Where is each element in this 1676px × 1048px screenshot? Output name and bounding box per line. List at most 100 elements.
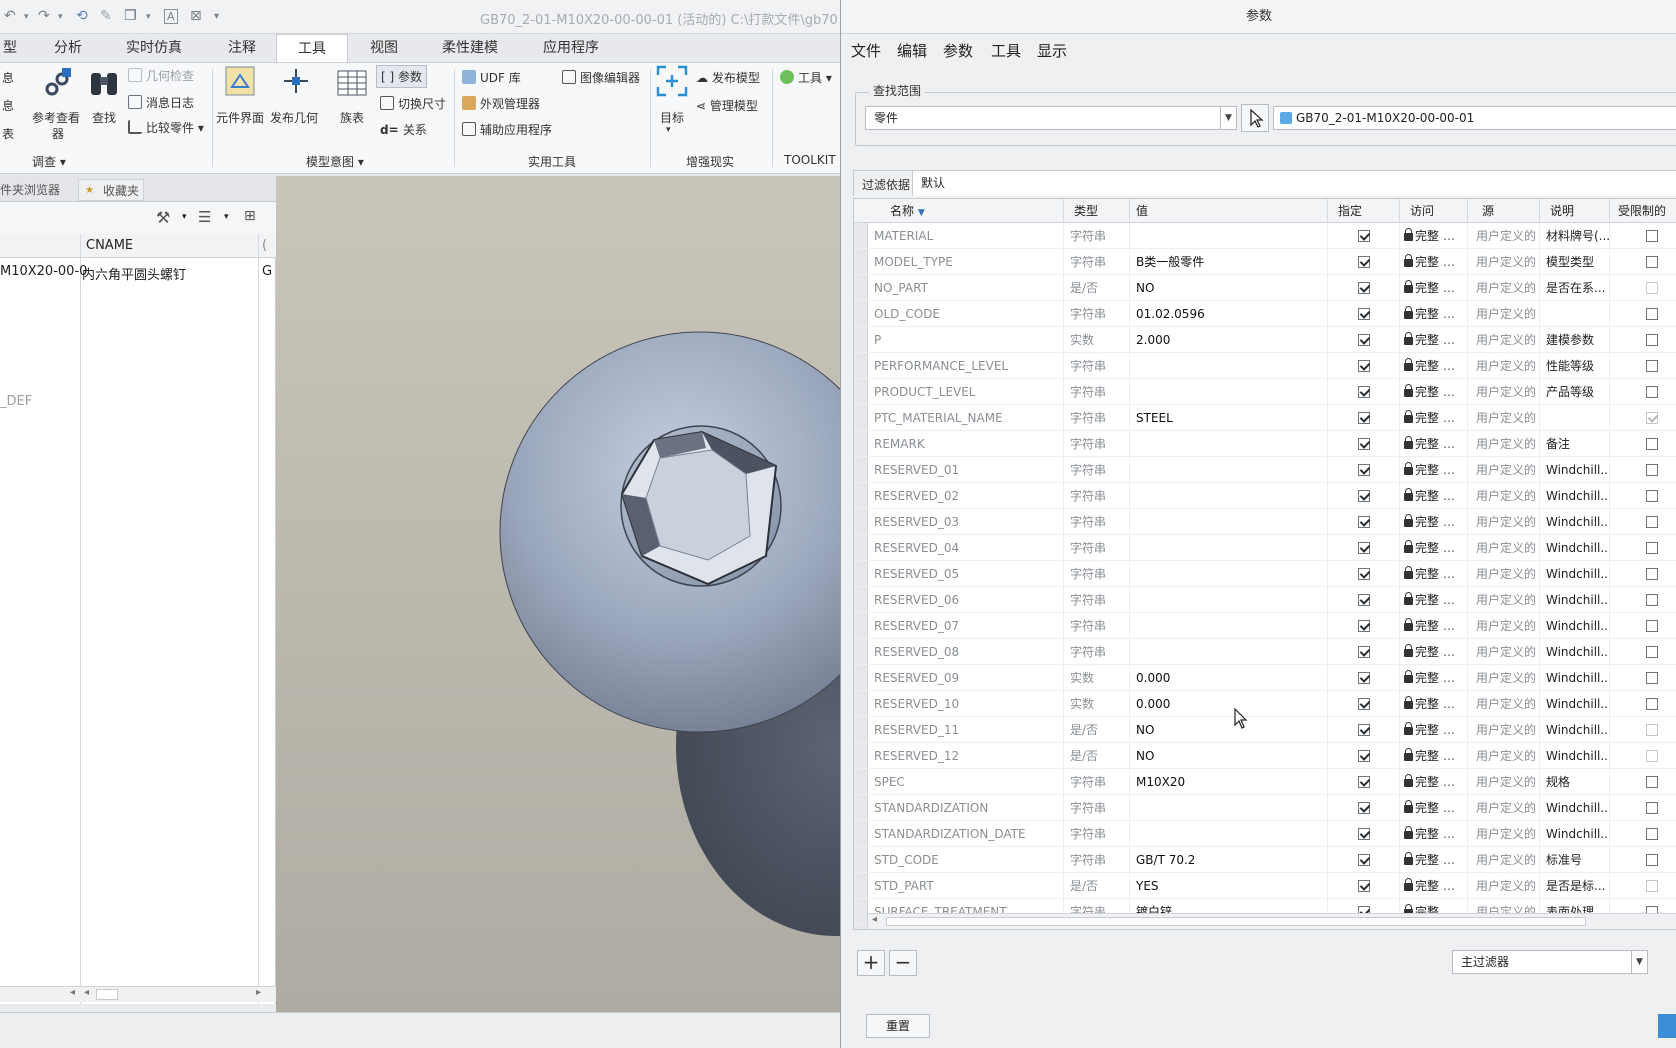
param-name[interactable]: RESERVED_04 [868, 535, 1064, 561]
restricted-checkbox[interactable] [1645, 646, 1658, 658]
designate-checkbox[interactable] [1357, 724, 1370, 736]
menu-file[interactable]: 文件 [851, 40, 881, 61]
more-icon[interactable]: … [1443, 671, 1455, 685]
target-button[interactable]: 目标 [660, 109, 684, 126]
scroll-left-icon[interactable]: ◂ [70, 987, 75, 998]
param-type[interactable]: 实数 [1064, 691, 1130, 717]
filter-value[interactable]: 默认 [912, 171, 1676, 196]
restricted-checkbox[interactable] [1645, 594, 1658, 606]
param-name[interactable]: RESERVED_07 [868, 613, 1064, 639]
designate-checkbox[interactable] [1357, 750, 1370, 762]
group-label-ar[interactable]: 增强现实 [686, 153, 734, 170]
restricted-checkbox[interactable] [1645, 386, 1658, 398]
scroll-right-icon[interactable]: ▸ [256, 987, 261, 998]
more-icon[interactable]: … [1443, 723, 1455, 737]
param-name[interactable]: RESERVED_09 [868, 665, 1064, 691]
table-row[interactable]: MODEL_TYPE 字符串 B类一般零件 完整… 用户定义的 模型类型 [854, 249, 1676, 275]
access-cell[interactable]: 完整… [1400, 821, 1468, 847]
table-row[interactable]: SPEC 字符串 M10X20 完整… 用户定义的 规格 [854, 769, 1676, 795]
access-cell[interactable]: 完整… [1400, 769, 1468, 795]
param-value[interactable] [1130, 821, 1328, 847]
param-value[interactable] [1130, 457, 1328, 483]
navigator-horizontal-scrollbar[interactable]: ◂ ◂ ▸ [0, 986, 276, 1002]
scroll-left-icon[interactable]: ◂ [84, 987, 89, 998]
param-type[interactable]: 字符串 [1064, 509, 1130, 535]
param-value[interactable] [1130, 795, 1328, 821]
more-icon[interactable]: … [1443, 567, 1455, 581]
column-header-value[interactable]: 值 [1130, 199, 1328, 223]
menu-edit[interactable]: 编辑 [897, 40, 927, 61]
access-cell[interactable]: 完整… [1400, 483, 1468, 509]
param-description[interactable]: 产品等级 [1540, 379, 1610, 405]
restricted-checkbox[interactable] [1645, 698, 1658, 710]
table-row[interactable]: PRODUCT_LEVEL 字符串 完整… 用户定义的 产品等级 [854, 379, 1676, 405]
chevron-down-icon[interactable]: ▼ [1631, 951, 1647, 973]
param-description[interactable]: Windchill... [1540, 639, 1610, 665]
access-cell[interactable]: 完整… [1400, 327, 1468, 353]
designate-checkbox[interactable] [1357, 854, 1370, 866]
more-icon[interactable]: … [1443, 775, 1455, 789]
restricted-checkbox[interactable] [1645, 542, 1658, 554]
restricted-checkbox[interactable] [1645, 438, 1658, 450]
param-name[interactable]: MODEL_TYPE [868, 249, 1064, 275]
param-description[interactable]: 性能等级 [1540, 353, 1610, 379]
param-name[interactable]: RESERVED_10 [868, 691, 1064, 717]
udf-library-button[interactable]: UDF 库 [462, 69, 521, 86]
publish-model-button[interactable]: ☁ 发布模型 [696, 69, 760, 86]
designate-checkbox[interactable] [1357, 464, 1370, 476]
tab-flexible-modeling[interactable]: 柔性建模 [430, 34, 510, 62]
close-window-icon[interactable]: ⊠ [190, 8, 202, 24]
table-row[interactable]: STANDARDIZATION 字符串 完整… 用户定义的 Windchill... [854, 795, 1676, 821]
param-value[interactable]: 01.02.0596 [1130, 301, 1328, 327]
param-value[interactable] [1130, 509, 1328, 535]
param-type[interactable]: 字符串 [1064, 223, 1130, 249]
param-type[interactable]: 字符串 [1064, 301, 1130, 327]
param-value[interactable] [1130, 535, 1328, 561]
restricted-checkbox[interactable] [1645, 308, 1658, 320]
param-name[interactable]: STD_PART [868, 873, 1064, 899]
access-cell[interactable]: 完整… [1400, 639, 1468, 665]
access-cell[interactable]: 完整… [1400, 587, 1468, 613]
restricted-checkbox[interactable] [1645, 568, 1658, 580]
more-icon[interactable]: … [1443, 307, 1455, 321]
more-icon[interactable]: … [1443, 385, 1455, 399]
designate-checkbox[interactable] [1357, 594, 1370, 606]
more-icon[interactable]: … [1443, 229, 1455, 243]
param-description[interactable]: Windchill... [1540, 717, 1610, 743]
chevron-down-icon[interactable]: ▾ [666, 125, 671, 135]
table-row[interactable]: P 实数 2.000 完整… 用户定义的 建模参数 [854, 327, 1676, 353]
restricted-checkbox[interactable] [1645, 516, 1658, 528]
geometry-check-button[interactable]: 几何检查 [128, 67, 194, 84]
table-row[interactable]: REMARK 字符串 完整… 用户定义的 备注 [854, 431, 1676, 457]
designate-checkbox[interactable] [1357, 386, 1370, 398]
param-type[interactable]: 字符串 [1064, 405, 1130, 431]
designate-checkbox[interactable] [1357, 230, 1370, 242]
designate-checkbox[interactable] [1357, 568, 1370, 580]
ribbon-item[interactable]: 表 [2, 125, 14, 142]
param-description[interactable]: 规格 [1540, 769, 1610, 795]
param-type[interactable]: 字符串 [1064, 821, 1130, 847]
param-name[interactable]: REMARK [868, 431, 1064, 457]
designate-checkbox[interactable] [1357, 334, 1370, 346]
table-row[interactable]: RESERVED_05 字符串 完整… 用户定义的 Windchill... [854, 561, 1676, 587]
param-name[interactable]: STANDARDIZATION [868, 795, 1064, 821]
param-description[interactable] [1540, 301, 1610, 327]
param-description[interactable]: Windchill... [1540, 535, 1610, 561]
param-type[interactable]: 字符串 [1064, 353, 1130, 379]
param-value[interactable]: NO [1130, 743, 1328, 769]
tab-folder-browser[interactable]: 件夹浏览器 [0, 179, 70, 201]
restricted-checkbox[interactable] [1645, 880, 1658, 892]
tab-simulation[interactable]: 实时仿真 [114, 34, 194, 62]
more-icon[interactable]: … [1443, 853, 1455, 867]
access-cell[interactable]: 完整… [1400, 743, 1468, 769]
scroll-left-icon[interactable]: ◂ [872, 914, 877, 925]
param-name[interactable]: STANDARDIZATION_DATE [868, 821, 1064, 847]
access-cell[interactable]: 完整… [1400, 613, 1468, 639]
manage-model-button[interactable]: ⋖ 管理模型 [696, 97, 758, 114]
chevron-down-icon[interactable]: ▾ [58, 12, 63, 22]
model-tree-row-cname[interactable]: 内六角平圆头螺钉 [82, 264, 186, 283]
param-type[interactable]: 字符串 [1064, 483, 1130, 509]
access-cell[interactable]: 完整… [1400, 223, 1468, 249]
select-model-button[interactable] [1241, 104, 1269, 132]
remove-parameter-button[interactable]: − [889, 950, 917, 976]
